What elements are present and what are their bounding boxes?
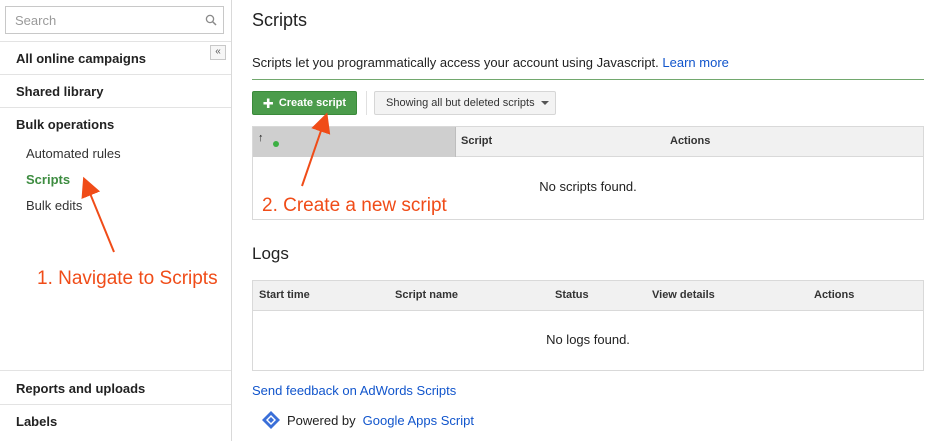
powered-by-text: Powered by bbox=[287, 412, 356, 428]
divider bbox=[0, 370, 231, 371]
column-header-actions: Actions bbox=[670, 135, 711, 147]
empty-state-message: No logs found. bbox=[546, 332, 630, 347]
column-header-status[interactable]: Status bbox=[555, 289, 589, 301]
sort-up-icon: ↑ bbox=[258, 132, 264, 144]
divider bbox=[252, 79, 924, 80]
divider bbox=[0, 404, 231, 405]
logs-table: Start time Script name Status View detai… bbox=[252, 280, 924, 371]
logs-table-header: Start time Script name Status View detai… bbox=[253, 281, 923, 311]
status-dot-icon bbox=[273, 141, 279, 147]
learn-more-link[interactable]: Learn more bbox=[662, 55, 728, 70]
column-header-script-name[interactable]: Script name bbox=[395, 289, 458, 301]
column-header-script[interactable]: Script bbox=[461, 135, 492, 147]
divider bbox=[366, 91, 367, 115]
plus-icon: ✚ bbox=[262, 95, 274, 111]
send-feedback-link[interactable]: Send feedback on AdWords Scripts bbox=[252, 383, 456, 398]
create-script-label: Create script bbox=[278, 97, 347, 109]
create-script-button[interactable]: ✚ Create script bbox=[252, 91, 357, 115]
search-box[interactable] bbox=[5, 6, 224, 34]
nav-subitem-automated-rules[interactable]: Automated rules bbox=[26, 146, 121, 161]
collapse-sidebar-button[interactable]: « bbox=[210, 45, 226, 60]
chevron-down-icon bbox=[540, 101, 549, 105]
search-icon[interactable] bbox=[205, 14, 217, 26]
filter-dropdown[interactable]: Showing all but deleted scripts bbox=[374, 91, 556, 115]
description-text: Scripts let you programmatically access … bbox=[252, 55, 659, 70]
page-description: Scripts let you programmatically access … bbox=[252, 55, 729, 70]
divider bbox=[0, 74, 231, 75]
nav-item-bulk-operations[interactable]: Bulk operations bbox=[16, 117, 114, 132]
nav-item-labels[interactable]: Labels bbox=[16, 414, 57, 429]
logs-title: Logs bbox=[252, 244, 289, 263]
column-header-actions: Actions bbox=[814, 289, 855, 301]
nav-subitem-bulk-edits[interactable]: Bulk edits bbox=[26, 198, 82, 213]
empty-state-message: No scripts found. bbox=[539, 179, 637, 194]
page-title: Scripts bbox=[252, 10, 308, 30]
main-content: Scripts Scripts let you programmatically… bbox=[232, 0, 936, 441]
nav-item-all-online-campaigns[interactable]: All online campaigns bbox=[16, 51, 146, 66]
status-sort-column[interactable]: ↑ bbox=[253, 127, 456, 157]
apps-script-logo-icon bbox=[262, 411, 280, 429]
divider bbox=[0, 41, 231, 42]
filter-label: Showing all but deleted scripts bbox=[386, 97, 535, 109]
annotation-step-2: 2. Create a new script bbox=[262, 195, 447, 216]
nav-item-reports-and-uploads[interactable]: Reports and uploads bbox=[16, 381, 145, 396]
google-apps-script-link[interactable]: Google Apps Script bbox=[363, 413, 474, 428]
annotation-step-1: 1. Navigate to Scripts bbox=[37, 268, 218, 289]
nav-item-shared-library[interactable]: Shared library bbox=[16, 84, 103, 99]
powered-by: Powered by Google Apps Script bbox=[262, 411, 474, 429]
column-header-start-time[interactable]: Start time bbox=[259, 289, 310, 301]
sidebar: « All online campaigns Shared library Bu… bbox=[0, 0, 232, 441]
scripts-table-header: ↑ Script Actions bbox=[253, 127, 923, 157]
divider bbox=[0, 107, 231, 108]
column-header-view-details: View details bbox=[652, 289, 715, 301]
search-input[interactable] bbox=[6, 7, 196, 33]
nav-subitem-scripts[interactable]: Scripts bbox=[26, 172, 70, 187]
